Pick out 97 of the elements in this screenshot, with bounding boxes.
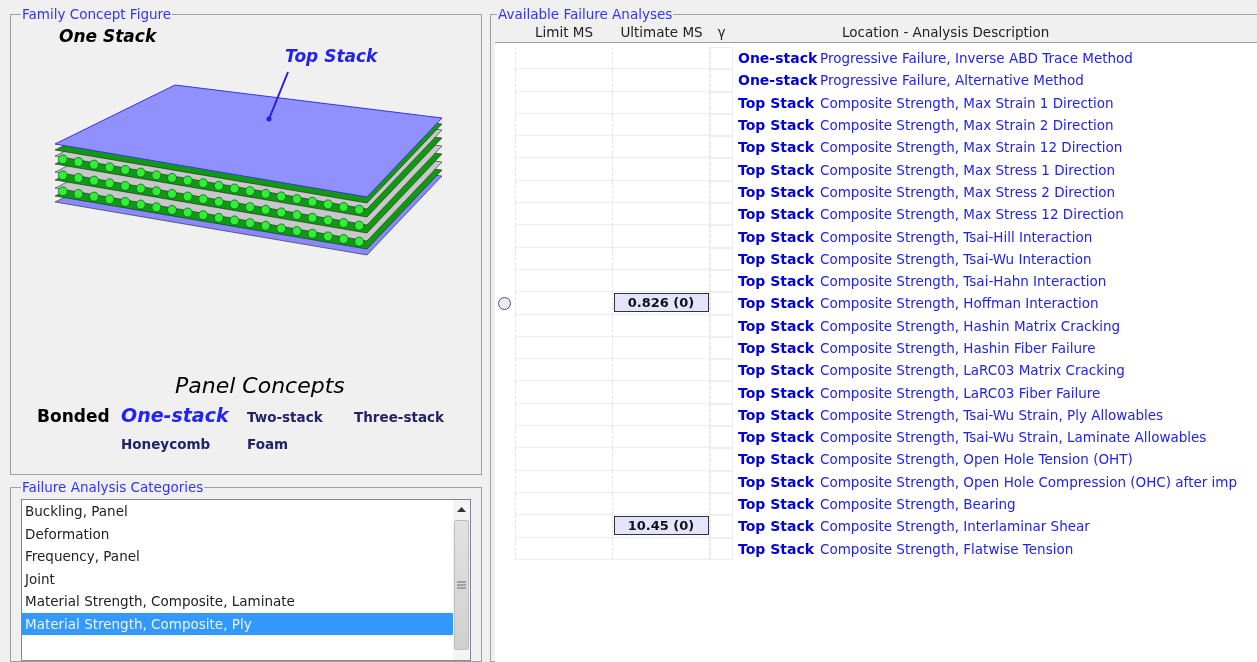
table-cell bbox=[710, 403, 733, 427]
location-label[interactable]: Top Stack bbox=[738, 340, 820, 356]
table-cell bbox=[710, 158, 733, 181]
table-cell bbox=[710, 203, 733, 226]
location-label[interactable]: Top Stack bbox=[738, 406, 820, 423]
table-cell bbox=[710, 470, 733, 493]
table-cell bbox=[710, 537, 733, 560]
location-label[interactable]: Top Stack bbox=[738, 250, 820, 267]
concept-option[interactable]: Foam bbox=[247, 436, 354, 452]
concept-option[interactable]: Three-stack bbox=[354, 409, 473, 425]
location-label[interactable]: Top Stack bbox=[738, 473, 820, 490]
location-label[interactable]: Top Stack bbox=[738, 496, 820, 513]
table-cell bbox=[710, 381, 733, 404]
analysis-description[interactable]: Composite Strength, Tsai-Hill Interaction bbox=[820, 228, 1093, 245]
table-cell bbox=[710, 448, 733, 471]
category-item[interactable]: Joint bbox=[22, 567, 453, 590]
column-header: Ultimate MS bbox=[619, 24, 704, 40]
analysis-description[interactable]: Composite Strength, Max Stress 12 Direction bbox=[820, 206, 1124, 223]
analysis-description[interactable]: Composite Strength, Bearing bbox=[820, 496, 1016, 513]
analysis-description[interactable]: Composite Strength, Max Stress 2 Direction bbox=[820, 183, 1116, 200]
column-header: γ bbox=[716, 24, 727, 40]
analysis-description[interactable]: Composite Strength, LaRC03 Matrix Cracking bbox=[820, 362, 1125, 379]
location-label[interactable]: Top Stack bbox=[738, 295, 820, 312]
group-title: Failure Analysis Categories bbox=[21, 479, 205, 495]
analysis-description[interactable]: Composite Strength, Max Strain 1 Direction bbox=[820, 94, 1114, 111]
analysis-description[interactable]: Composite Strength, Hashin Matrix Cracking bbox=[820, 317, 1121, 334]
table-cell bbox=[710, 136, 733, 159]
location-label[interactable]: Top Stack bbox=[738, 384, 820, 401]
callout-label: Top Stack bbox=[285, 46, 378, 66]
table-cell bbox=[710, 359, 733, 382]
table-cell bbox=[710, 69, 733, 92]
table-cell bbox=[710, 225, 733, 248]
concept-group-label: Bonded bbox=[37, 406, 111, 426]
analysis-description[interactable]: Composite Strength, Tsai-Hahn Interaction bbox=[820, 273, 1107, 290]
analysis-description[interactable]: Composite Strength, Flatwise Tension bbox=[820, 540, 1074, 557]
location-label[interactable]: Top Stack bbox=[738, 273, 820, 290]
panel-concepts-title: Panel Concepts bbox=[175, 373, 346, 398]
analysis-description[interactable]: Progressive Failure, Inverse ABD Trace Method bbox=[820, 50, 1133, 67]
margin-value: 0.826 (0) bbox=[613, 293, 709, 313]
table-cell bbox=[710, 180, 733, 204]
scrollbar[interactable] bbox=[453, 500, 470, 660]
figure-label: One Stack bbox=[59, 26, 157, 46]
category-item[interactable]: Frequency, Panel bbox=[22, 545, 453, 568]
group-title: Available Failure Analyses bbox=[497, 6, 674, 22]
group-title: Family Concept Figure bbox=[21, 6, 173, 22]
analysis-description[interactable]: Composite Strength, Max Strain 2 Direction bbox=[820, 117, 1114, 134]
location-label[interactable]: One-stack bbox=[738, 50, 820, 67]
location-label[interactable]: Top Stack bbox=[738, 139, 820, 156]
location-label[interactable]: Top Stack bbox=[738, 429, 820, 446]
analysis-description[interactable]: Composite Strength, Tsai-Wu Strain, Ply Allowables bbox=[820, 406, 1164, 423]
location-label[interactable]: Top Stack bbox=[738, 317, 820, 334]
radio-button[interactable] bbox=[498, 296, 511, 310]
location-label[interactable]: Top Stack bbox=[738, 362, 820, 379]
leader-line bbox=[266, 71, 289, 122]
category-item[interactable]: Deformation bbox=[22, 522, 453, 545]
analysis-description[interactable]: Composite Strength, Hoffman Interaction bbox=[820, 295, 1099, 312]
location-label[interactable]: Top Stack bbox=[738, 228, 820, 245]
table-cell bbox=[710, 336, 733, 360]
analysis-description[interactable]: Composite Strength, Tsai-Wu Interaction bbox=[820, 250, 1092, 267]
concept-option[interactable]: Honeycomb bbox=[121, 436, 247, 452]
category-item[interactable]: Buckling, Panel bbox=[22, 500, 453, 523]
category-listbox[interactable]: Buckling, Panel Deformation Frequency, Panel Joint Material Strength, Composite, Laminate Material Strength, Composite, Ply bbox=[21, 499, 471, 661]
category-item[interactable]: Material Strength, Composite, Laminate bbox=[22, 590, 453, 613]
scroll-up-icon[interactable] bbox=[457, 507, 466, 512]
table-cell bbox=[710, 492, 733, 516]
location-label[interactable]: Top Stack bbox=[738, 94, 820, 111]
location-label[interactable]: Top Stack bbox=[738, 183, 820, 200]
column-header: Limit MS bbox=[534, 24, 594, 40]
table-cell bbox=[710, 426, 733, 449]
grip-icon bbox=[457, 581, 466, 589]
margin-value: 10.45 (0) bbox=[613, 516, 709, 536]
table-cell bbox=[710, 47, 733, 70]
location-label[interactable]: Top Stack bbox=[738, 117, 820, 134]
location-label[interactable]: Top Stack bbox=[738, 518, 820, 535]
concept-option[interactable]: Two-stack bbox=[247, 409, 354, 425]
analysis-description[interactable]: Composite Strength, LaRC03 Fiber Failure bbox=[820, 384, 1101, 401]
analysis-description[interactable]: Composite Strength, Interlaminar Shear bbox=[820, 518, 1090, 535]
analysis-description[interactable]: Composite Strength, Open Hole Compression (OHC) after imp bbox=[820, 473, 1238, 490]
column-header: Location - Analysis Description bbox=[842, 24, 1050, 40]
analysis-description[interactable]: Composite Strength, Max Strain 12 Direction bbox=[820, 139, 1123, 156]
analysis-description[interactable]: Composite Strength, Max Stress 1 Direction bbox=[820, 161, 1116, 178]
analysis-description[interactable]: Progressive Failure, Alternative Method bbox=[820, 72, 1084, 89]
location-label[interactable]: Top Stack bbox=[738, 540, 820, 557]
table-cell bbox=[710, 247, 733, 270]
location-label[interactable]: One-stack bbox=[738, 72, 820, 89]
analysis-description[interactable]: Composite Strength, Tsai-Wu Strain, Laminate Allowables bbox=[820, 429, 1207, 446]
table-cell bbox=[710, 113, 733, 137]
scrollbar-thumb[interactable] bbox=[454, 520, 469, 650]
table-cell bbox=[710, 269, 733, 293]
location-label[interactable]: Top Stack bbox=[738, 451, 820, 468]
table-cell bbox=[710, 91, 733, 114]
table-cell bbox=[710, 314, 733, 337]
analysis-description[interactable]: Composite Strength, Hashin Fiber Failure bbox=[820, 340, 1096, 356]
analysis-description[interactable]: Composite Strength, Open Hole Tension (OHT) bbox=[820, 451, 1133, 468]
concept-option[interactable]: One-stack bbox=[121, 404, 247, 426]
location-label[interactable]: Top Stack bbox=[738, 161, 820, 178]
location-label[interactable]: Top Stack bbox=[738, 206, 820, 223]
